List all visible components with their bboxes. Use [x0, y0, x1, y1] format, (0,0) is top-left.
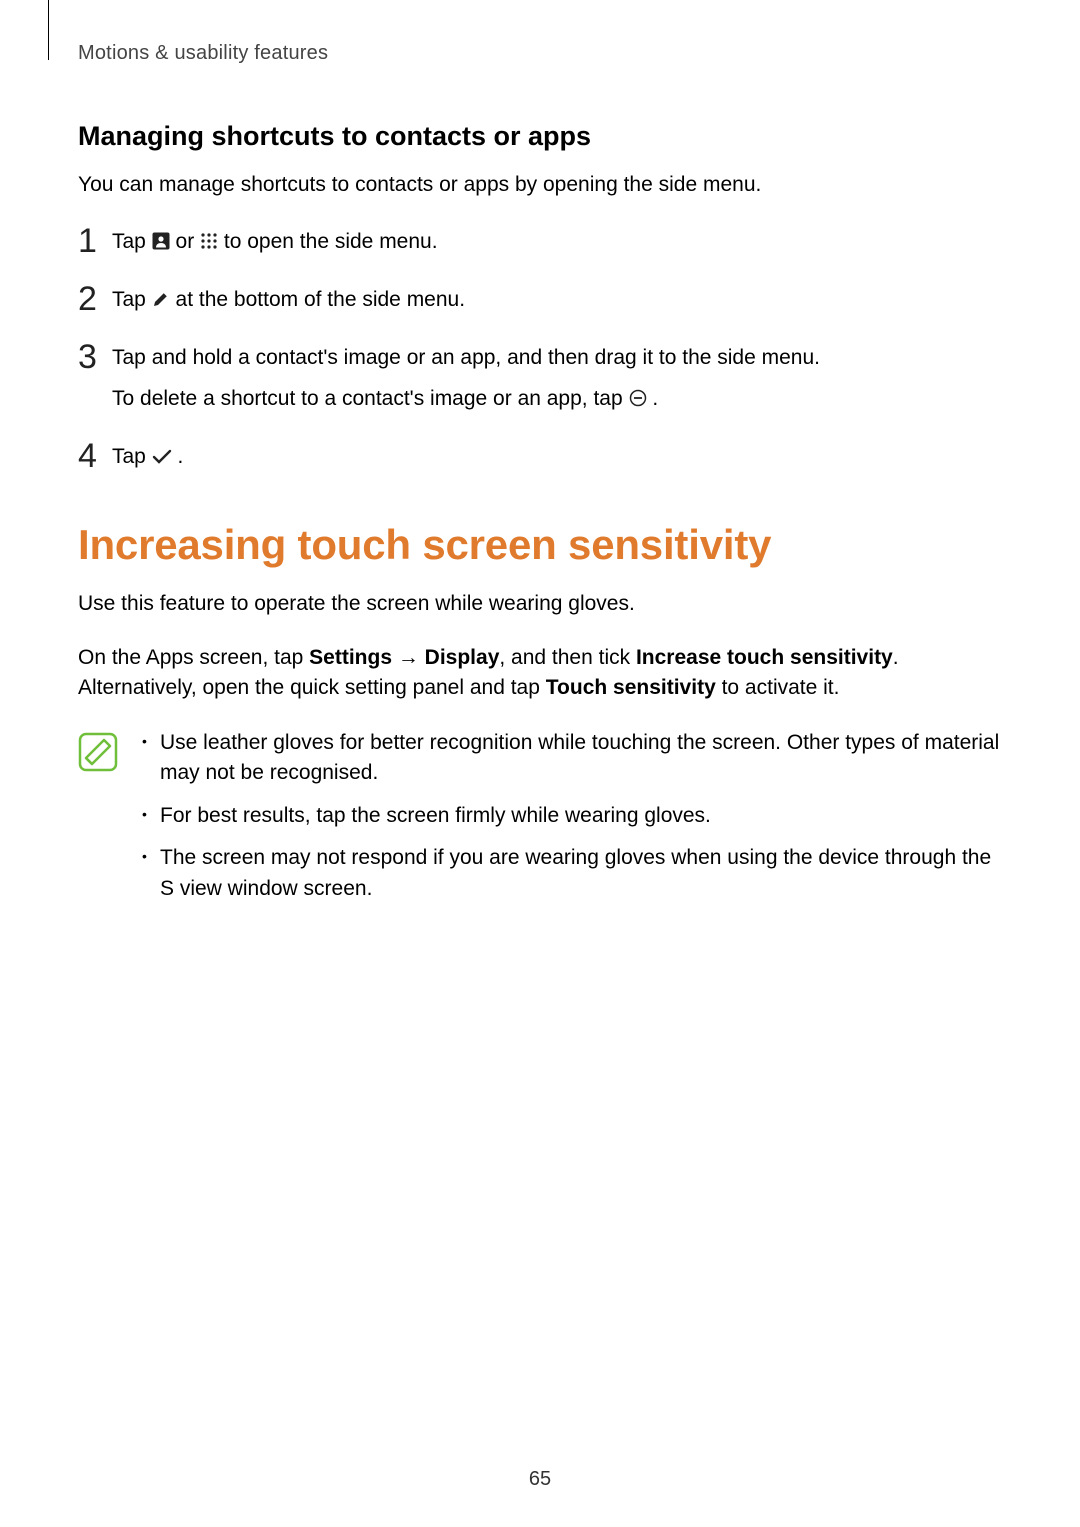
margin-rule: [48, 0, 49, 60]
step-text: .: [178, 445, 184, 468]
step-number: 1: [78, 224, 112, 260]
pencil-icon: [152, 286, 170, 318]
step-number: 2: [78, 282, 112, 318]
step-3: 3 Tap and hold a contact's image or an a…: [78, 340, 1002, 417]
step-text: .: [652, 387, 658, 410]
apps-grid-icon: [200, 228, 218, 260]
note-block: Use leather gloves for better recognitio…: [78, 728, 1002, 916]
running-header: Motions & usability features: [78, 42, 1002, 65]
step-2: 2 Tap at the bottom of the side menu.: [78, 282, 1002, 318]
note-list: Use leather gloves for better recognitio…: [138, 728, 1002, 916]
check-icon: [152, 443, 172, 475]
subsection-intro: You can manage shortcuts to contacts or …: [78, 170, 1002, 200]
note-icon: [78, 732, 118, 772]
step-4: 4 Tap .: [78, 439, 1002, 475]
note-item: The screen may not respond if you are we…: [138, 843, 1002, 904]
step-text: at the bottom of the side menu.: [176, 288, 466, 311]
step-text: Tap: [112, 288, 152, 311]
step-text: Tap: [112, 230, 152, 253]
step-body: Tap at the bottom of the side menu.: [112, 282, 1002, 318]
step-number: 4: [78, 439, 112, 475]
section-p1: Use this feature to operate the screen w…: [78, 589, 1002, 619]
section-p2: On the Apps screen, tap Settings → Displ…: [78, 643, 1002, 704]
page-number: 65: [0, 1468, 1080, 1491]
step-text: Tap: [112, 445, 152, 468]
step-body: Tap .: [112, 439, 1002, 475]
step-number: 3: [78, 340, 112, 376]
contact-icon: [152, 228, 170, 260]
note-item: For best results, tap the screen firmly …: [138, 801, 1002, 831]
step-text: or: [176, 230, 201, 253]
step-text: Tap and hold a contact's image or an app…: [112, 346, 820, 369]
step-text: to open the side menu.: [224, 230, 438, 253]
step-body: Tap and hold a contact's image or an app…: [112, 340, 1002, 417]
section-title: Increasing touch screen sensitivity: [78, 521, 1002, 569]
step-body: Tap or to open the sid: [112, 224, 1002, 260]
steps-list: 1 Tap or: [78, 224, 1002, 474]
subsection-title: Managing shortcuts to contacts or apps: [78, 121, 1002, 152]
step-text: To delete a shortcut to a contact's imag…: [112, 387, 629, 410]
minus-circle-icon: [629, 385, 647, 417]
note-item: Use leather gloves for better recognitio…: [138, 728, 1002, 789]
step-1: 1 Tap or: [78, 224, 1002, 260]
manual-page: Motions & usability features Managing sh…: [0, 0, 1080, 1527]
